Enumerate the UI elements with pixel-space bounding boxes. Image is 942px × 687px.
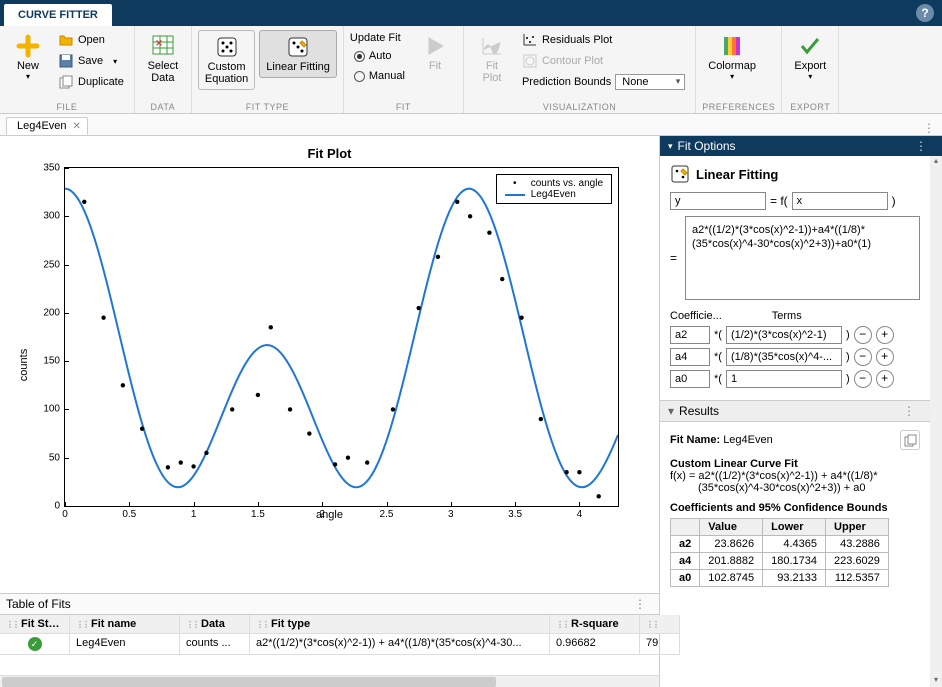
tof-col-extra[interactable] <box>640 615 680 634</box>
tof-hscroll[interactable] <box>0 675 659 687</box>
remove-coef-button[interactable]: − <box>854 370 872 388</box>
coef-row: *( ) − + <box>670 370 920 388</box>
results-table: Value Lower Upper a223.86264.436543.2886… <box>670 518 889 587</box>
auto-radio[interactable]: Auto <box>350 48 409 64</box>
contour-plot-button: Contour Plot <box>518 51 689 71</box>
new-button[interactable]: New ▾ <box>6 30 50 85</box>
play-icon <box>423 34 447 58</box>
x-var-input[interactable] <box>792 192 888 210</box>
fittype-group-label: FIT TYPE <box>198 101 337 113</box>
add-coef-button[interactable]: + <box>876 370 894 388</box>
plus-icon <box>16 34 40 58</box>
tof-col-state[interactable]: Fit State <box>0 615 70 634</box>
tof-col-rsq[interactable]: R-square <box>550 615 640 634</box>
results-panel: Fit Name: Leg4Even Custom Linear Curve F… <box>660 422 930 595</box>
linear-fitting-button[interactable]: Linear Fitting <box>259 30 337 78</box>
x-axis-label: angle <box>10 509 649 521</box>
colormap-icon <box>720 34 744 58</box>
fit-method-title: Linear Fitting <box>696 167 778 182</box>
results-row: a223.86264.436543.2886 <box>671 536 889 553</box>
residuals-plot-button[interactable]: Residuals Plot <box>518 30 689 50</box>
help-button[interactable]: ? <box>916 4 934 22</box>
app-tab[interactable]: CURVE FITTER <box>4 4 112 26</box>
right-vscroll[interactable]: ▴ ▾ <box>930 156 942 687</box>
close-tab-icon[interactable]: ✕ <box>73 121 81 132</box>
dice-icon <box>215 35 239 59</box>
custom-equation-button[interactable]: Custom Equation <box>198 30 255 90</box>
copy-results-button[interactable] <box>900 430 920 450</box>
duplicate-icon <box>58 74 74 90</box>
tof-cell-data[interactable]: counts ... <box>180 634 250 655</box>
coef-name-input[interactable] <box>670 326 710 344</box>
dice-pencil-icon <box>670 164 690 184</box>
plot-area: Fit Plot counts •counts vs. angle Leg4Ev… <box>0 136 659 593</box>
manual-radio[interactable]: Manual <box>350 68 409 84</box>
plot-box[interactable]: •counts vs. angle Leg4Even 0501001502002… <box>64 167 619 507</box>
export-button[interactable]: Export ▾ <box>788 30 832 85</box>
tof-menu[interactable]: ⋮ <box>634 597 647 611</box>
tof-col-type[interactable]: Fit type <box>250 615 550 634</box>
contour-icon <box>522 53 538 69</box>
fit-options-panel: Linear Fitting = f( ) = a2*((1/2)*(3*cos… <box>660 156 930 400</box>
document-tabstrip: Leg4Even ✕ ⋮ <box>0 114 942 136</box>
coef-term-input[interactable] <box>726 370 842 388</box>
duplicate-button[interactable]: Duplicate <box>54 72 128 92</box>
tof-title: Table of Fits <box>6 597 71 611</box>
equation-box[interactable]: a2*((1/2)*(3*cos(x)^2-1))+a4*((1/8)*(35*… <box>685 216 920 300</box>
prefs-group-label: PREFERENCES <box>702 101 775 113</box>
remove-coef-button[interactable]: − <box>854 348 872 366</box>
tab-menu-button[interactable]: ⋮ <box>923 121 936 135</box>
save-icon <box>58 53 74 69</box>
coef-term-input[interactable] <box>726 326 842 344</box>
results-row: a4201.8882180.1734223.6029 <box>671 553 889 570</box>
coef-name-input[interactable] <box>670 370 710 388</box>
fit-button: Fit <box>413 30 457 76</box>
results-row: a0102.874593.2133112.5357 <box>671 570 889 587</box>
y-var-input[interactable] <box>670 192 766 210</box>
fit-group-label: FIT <box>350 101 457 113</box>
ribbon: New ▾ Open Save ▾ Duplicate FILE <box>0 26 942 114</box>
coef-row: *( ) − + <box>670 326 920 344</box>
colormap-button[interactable]: Colormap ▾ <box>702 30 762 85</box>
folder-icon <box>58 32 74 48</box>
tof-col-data[interactable]: Data <box>180 615 250 634</box>
data-group-label: DATA <box>141 101 185 113</box>
select-data-button[interactable]: Select Data <box>141 30 185 88</box>
add-coef-button[interactable]: + <box>876 348 894 366</box>
coef-term-input[interactable] <box>726 348 842 366</box>
fit-options-header[interactable]: ▾Fit Options ⋮ <box>660 136 942 156</box>
results-header[interactable]: ▾Results ⋮ <box>660 400 930 422</box>
tof-cell-type[interactable]: a2*((1/2)*(3*cos(x)^2-1)) + a4*((1/8)*(3… <box>250 634 550 655</box>
ok-icon: ✓ <box>28 637 42 651</box>
fit-plot-button: Fit Plot <box>470 30 514 88</box>
prediction-bounds-row: Prediction Bounds None <box>518 72 689 92</box>
dice-pencil-icon <box>286 35 310 59</box>
add-coef-button[interactable]: + <box>876 326 894 344</box>
check-icon <box>798 34 822 58</box>
tof-col-name[interactable]: Fit name <box>70 615 180 634</box>
viz-group-label: VISUALIZATION <box>470 101 689 113</box>
prediction-bounds-dropdown[interactable]: None <box>615 74 685 90</box>
plot-icon <box>480 34 504 58</box>
plot-title: Fit Plot <box>10 146 649 161</box>
table-icon <box>151 34 175 58</box>
tof-cell-rsq[interactable]: 0.96682 <box>550 634 640 655</box>
table-of-fits: Table of Fits ⋮ Fit State Fit name Data … <box>0 593 659 687</box>
remove-coef-button[interactable]: − <box>854 326 872 344</box>
export-group-label: EXPORT <box>788 101 832 113</box>
open-button[interactable]: Open <box>54 30 128 50</box>
residuals-icon <box>522 32 538 48</box>
coef-row: *( ) − + <box>670 348 920 366</box>
update-fit-label: Update Fit <box>350 32 409 44</box>
file-group-label: FILE <box>6 101 128 113</box>
title-bar: CURVE FITTER ? <box>0 0 942 26</box>
plot-legend[interactable]: •counts vs. angle Leg4Even <box>496 174 612 204</box>
save-button[interactable]: Save ▾ <box>54 51 128 71</box>
coef-name-input[interactable] <box>670 348 710 366</box>
tof-cell-name[interactable]: Leg4Even <box>70 634 180 655</box>
tof-cell-state[interactable]: ✓ <box>0 634 70 655</box>
document-tab[interactable]: Leg4Even ✕ <box>6 117 88 135</box>
y-axis-label: counts <box>18 348 30 380</box>
